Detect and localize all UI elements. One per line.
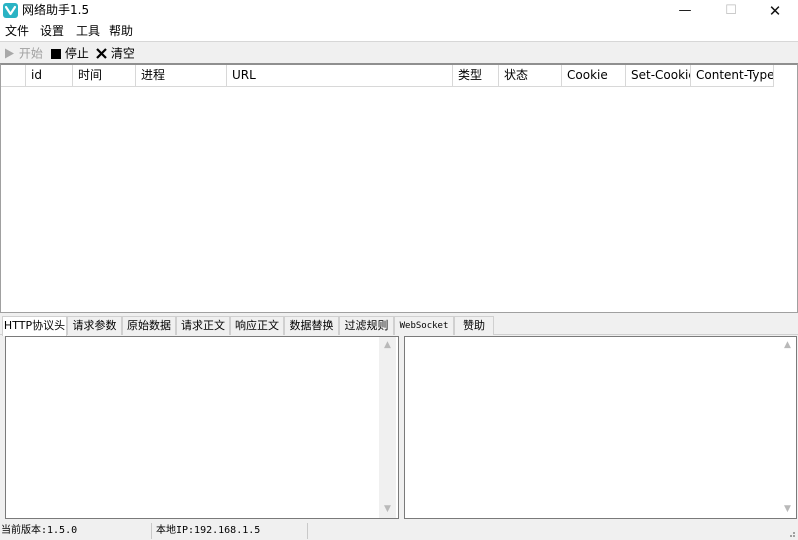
clear-button[interactable]: 清空 [96, 45, 135, 61]
title-bar: 网络助手1.5 — ☐ ✕ [0, 0, 798, 22]
play-icon [5, 48, 14, 59]
stop-label: 停止 [64, 46, 89, 61]
stop-button[interactable]: 停止 [51, 45, 89, 61]
left-pane-scrollbar[interactable]: ▲ ▼ [379, 337, 396, 518]
minimize-button[interactable]: — [662, 0, 708, 22]
tab-response-body[interactable]: 响应正文 [230, 316, 284, 335]
tab-http-headers[interactable]: HTTP协议头 [2, 316, 67, 336]
column-content-type[interactable]: Content-Type [691, 65, 774, 87]
request-headers-pane: ▲ ▼ [5, 336, 399, 519]
maximize-button[interactable]: ☐ [708, 0, 754, 22]
window-title: 网络助手1.5 [22, 3, 90, 17]
resize-grip-icon[interactable] [786, 528, 796, 538]
column-checkbox[interactable] [1, 65, 26, 87]
request-headers-textarea[interactable] [6, 337, 398, 518]
clear-label: 清空 [110, 46, 135, 61]
column-id[interactable]: id [26, 65, 73, 87]
column-url[interactable]: URL [227, 65, 453, 87]
start-label: 开始 [18, 46, 43, 61]
tab-filter-rules[interactable]: 过滤规则 [339, 316, 394, 335]
tab-raw-data[interactable]: 原始数据 [122, 316, 176, 335]
detail-tabs: HTTP协议头 请求参数 原始数据 请求正文 响应正文 数据替换 过滤规则 We… [0, 316, 798, 336]
right-pane-scrollbar[interactable]: ▲ ▼ [779, 337, 796, 518]
column-process[interactable]: 进程 [136, 65, 227, 87]
request-list[interactable]: id 时间 进程 URL 类型 状态 Cookie Set-Cookie Con… [0, 63, 798, 313]
column-cookie[interactable]: Cookie [562, 65, 626, 87]
response-headers-textarea[interactable] [405, 337, 796, 518]
status-divider [151, 523, 152, 539]
tab-request-params[interactable]: 请求参数 [67, 316, 122, 335]
scroll-up-arrow-icon[interactable]: ▲ [379, 337, 396, 354]
column-status[interactable]: 状态 [499, 65, 562, 87]
status-local-ip: 本地IP:192.168.1.5 [156, 525, 261, 536]
column-type[interactable]: 类型 [453, 65, 499, 87]
close-button[interactable]: ✕ [752, 0, 798, 22]
start-button[interactable]: 开始 [4, 45, 43, 61]
column-set-cookie[interactable]: Set-Cookie [626, 65, 691, 87]
scroll-up-arrow-icon[interactable]: ▲ [779, 337, 796, 354]
scroll-down-arrow-icon[interactable]: ▼ [379, 501, 396, 518]
status-version: 当前版本:1.5.0 [1, 525, 78, 536]
column-time[interactable]: 时间 [73, 65, 136, 87]
menu-bar: 文件 设置 工具 帮助 [0, 22, 798, 41]
tab-sponsor[interactable]: 赞助 [454, 316, 494, 335]
app-logo-icon [3, 3, 18, 18]
tab-data-replace[interactable]: 数据替换 [284, 316, 339, 335]
status-divider [307, 523, 308, 539]
menu-file[interactable]: 文件 [5, 24, 29, 39]
clear-x-icon [96, 48, 107, 59]
menu-help[interactable]: 帮助 [109, 24, 133, 39]
app-window: 网络助手1.5 — ☐ ✕ 文件 设置 工具 帮助 开始 停止 清空 id 时间… [0, 0, 798, 540]
status-bar: 当前版本:1.5.0 本地IP:192.168.1.5 [0, 521, 798, 540]
list-header: id 时间 进程 URL 类型 状态 Cookie Set-Cookie Con… [1, 65, 797, 87]
response-headers-pane: ▲ ▼ [404, 336, 797, 519]
tab-websocket[interactable]: WebSocket [394, 316, 454, 335]
menu-tools[interactable]: 工具 [76, 24, 100, 39]
scroll-down-arrow-icon[interactable]: ▼ [779, 501, 796, 518]
tab-request-body[interactable]: 请求正文 [176, 316, 230, 335]
stop-icon [51, 48, 61, 59]
toolbar: 开始 停止 清空 [0, 41, 798, 63]
menu-settings[interactable]: 设置 [40, 24, 64, 39]
